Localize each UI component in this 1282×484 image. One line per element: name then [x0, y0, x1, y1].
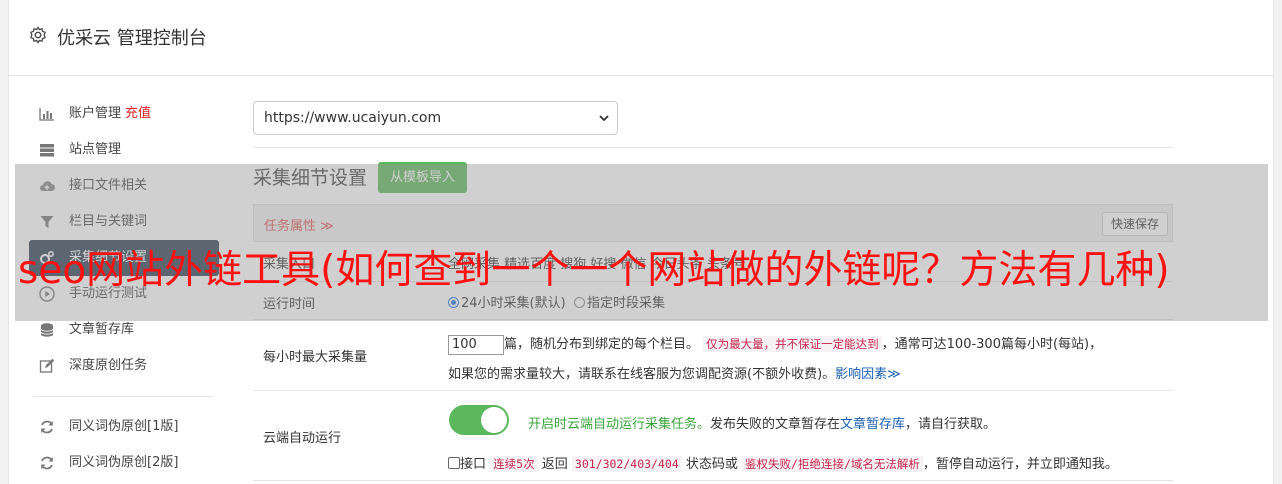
text-status-or: 状态码或: [685, 457, 738, 472]
toggle-knob: [481, 407, 507, 433]
max-per-hour-text2: ，通常可达100-300篇每小时(每站)，: [881, 337, 1103, 352]
refresh-icon: [41, 420, 53, 434]
site-select-value: https://www.ucaiyun.com: [264, 110, 442, 126]
code-auth-fail: 鉴权失败/拒绝连接/域名无法解析: [742, 456, 923, 472]
server-icon: [40, 144, 54, 157]
divider: [253, 147, 1173, 148]
cloud-run-text2: ，请自行获取。: [905, 417, 997, 432]
cloud-run-label: 云端自动运行: [263, 431, 342, 446]
header: 优采云 管理控制台: [9, 0, 1273, 76]
sidebar-item-label: 站点管理: [69, 142, 122, 157]
cloud-run-green-text: 开启时云端自动运行采集任务。: [528, 417, 711, 432]
max-per-hour-input[interactable]: 100: [448, 334, 504, 355]
article-store-link[interactable]: 文章暂存库: [840, 417, 905, 432]
sidebar-item-label: 账户管理: [69, 106, 122, 121]
database-icon: [40, 323, 54, 337]
sidebar-item-deep-original[interactable]: 深度原创任务: [29, 348, 219, 384]
cloud-run-desc: 开启时云端自动运行采集任务。发布失败的文章暂存在文章暂存库，请自行获取。: [528, 413, 996, 432]
max-per-hour-row: 每小时最大采集量 100 篇，随机分布到绑定的每个栏目。 仅为最大量，并不保证一定…: [253, 320, 1173, 391]
max-per-hour-text3: 如果您的需求量较大，请联系在线客服为您调配资源(不额外收费)。: [448, 367, 836, 382]
site-select[interactable]: https://www.ucaiyun.com: [253, 101, 618, 135]
pause-checkbox[interactable]: [448, 457, 460, 469]
cloud-run-row: 云端自动运行 开启时云端自动运行采集任务。发布失败的文章暂存在文章暂存库，请自行…: [253, 391, 1173, 481]
interface-pause-option: 接口 连续5次 返回 301/302/403/404 状态码或 鉴权失败/拒绝连…: [448, 453, 1118, 472]
text-pause-notify: ，暂停自动运行，并立即通知我。: [922, 457, 1118, 472]
sidebar-item-label: 深度原创任务: [69, 358, 148, 373]
checkbox-label: 接口: [460, 457, 487, 472]
chevron-down-icon: [599, 115, 609, 122]
page-title: 优采云 管理控制台: [57, 28, 207, 49]
max-per-hour-label: 每小时最大采集量: [263, 350, 368, 365]
gear-icon: [30, 26, 46, 44]
code-status: 301/302/403/404: [571, 456, 682, 472]
sidebar-item-label: 同义词伪原创[1版]: [69, 419, 179, 434]
max-per-hour-desc: 100 篇，随机分布到绑定的每个栏目。 仅为最大量，并不保证一定能达到 ，通常可达1…: [448, 329, 1168, 390]
recharge-link[interactable]: 充值: [125, 106, 151, 121]
sidebar-item-label: 文章暂存库: [69, 322, 135, 337]
sidebar-item-synonym-v1[interactable]: 同义词伪原创[1版]: [29, 409, 219, 445]
title-overlay-band: [15, 164, 1268, 321]
sidebar-item-synonym-v2[interactable]: 同义词伪原创[2版]: [29, 445, 219, 481]
max-per-hour-text: 篇，随机分布到绑定的每个栏目。: [504, 337, 700, 352]
influence-factors-link[interactable]: 影响因素≫: [835, 367, 901, 382]
sidebar-item-label: 同义词伪原创[2版]: [69, 455, 179, 470]
max-note: 仅为最大量，并不保证一定能达到: [703, 336, 882, 352]
code-consecutive: 连续5次: [490, 456, 538, 472]
edit-icon: [39, 358, 55, 373]
bar-chart-icon: [39, 108, 54, 121]
cloud-run-toggle[interactable]: [449, 405, 509, 435]
overlay-title: seo网站外链工具(如何查到一个一个网站做的外链呢？方法有几种): [18, 248, 1170, 293]
refresh-icon: [41, 456, 53, 470]
text-return: 返回: [541, 457, 568, 472]
cloud-run-text1: 发布失败的文章暂存在: [710, 417, 841, 432]
sidebar-item-account[interactable]: 账户管理 充值: [29, 96, 219, 132]
sidebar-item-sites[interactable]: 站点管理: [29, 132, 219, 168]
sidebar-divider: [33, 396, 213, 397]
